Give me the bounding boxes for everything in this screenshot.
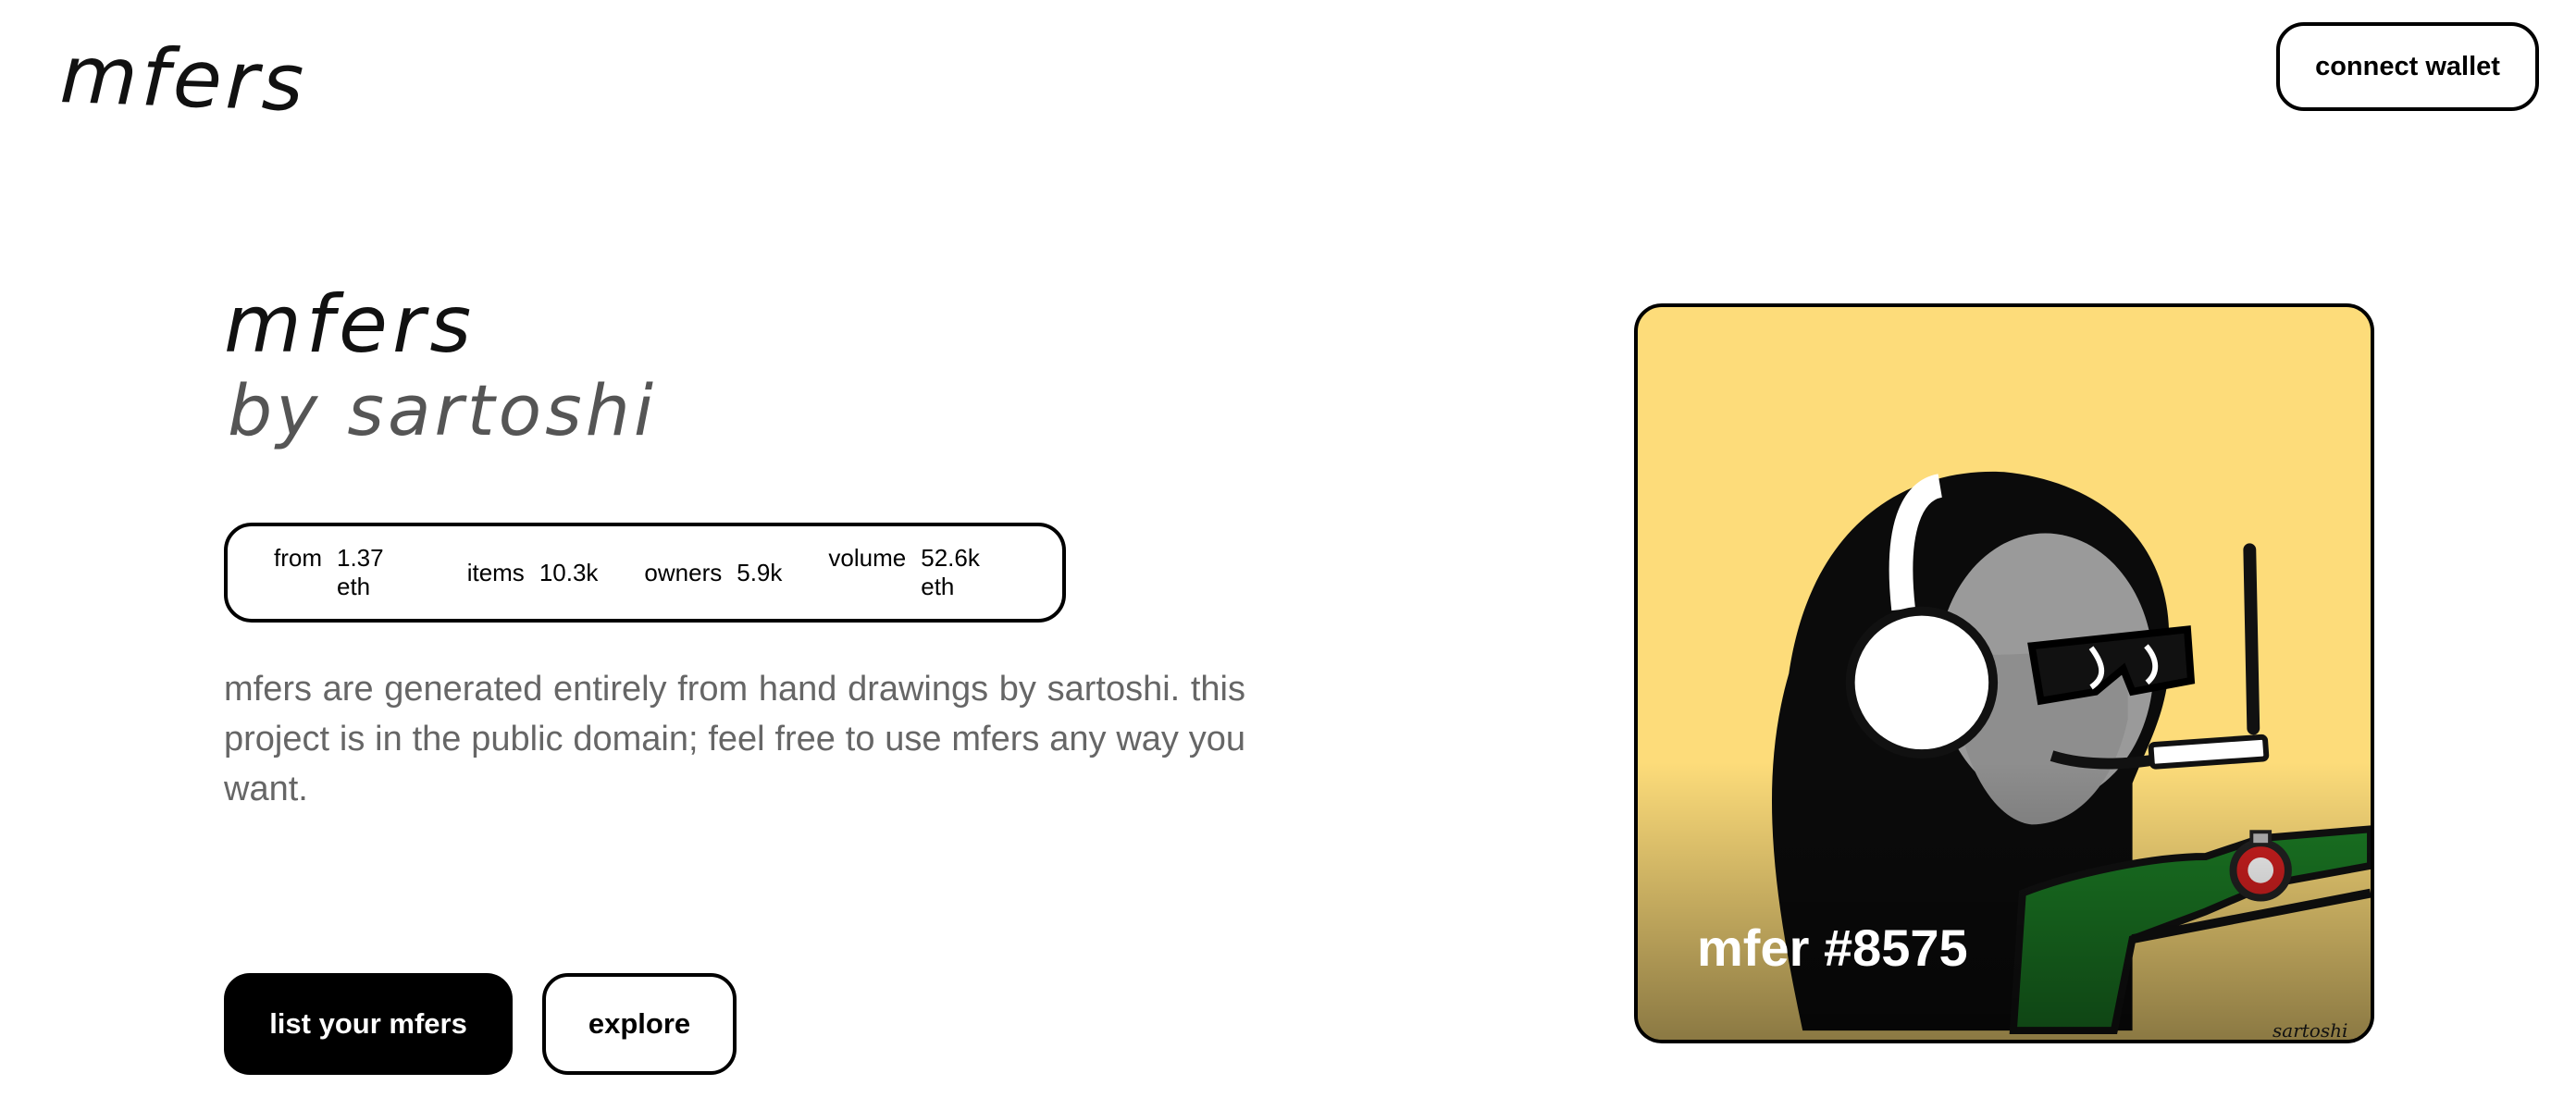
stat-value: 5.9k: [737, 558, 783, 586]
hero-title-line1: mfers: [224, 278, 476, 371]
card-title: mfer #8575: [1697, 919, 1968, 977]
stats-bar: from 1.37 eth items 10.3k owners 5.9k vo…: [224, 523, 1066, 623]
stat-value: 10.3k: [539, 558, 599, 586]
stat-label: from: [274, 544, 322, 572]
artist-signature: sartoshi: [2273, 1019, 2348, 1042]
explore-button[interactable]: explore: [542, 973, 737, 1075]
svg-text:mfers: mfers: [58, 29, 308, 130]
stat-owners: owners 5.9k: [644, 559, 782, 587]
stat-items: items 10.3k: [467, 559, 599, 587]
stat-from: from 1.37 eth: [274, 544, 421, 601]
stat-label: items: [466, 558, 525, 586]
hero-title-graphic: mfers by sartoshi: [224, 278, 657, 451]
page: mfers connect wallet mfers by sartoshi f…: [0, 0, 2576, 1110]
mfers-logo[interactable]: mfers: [56, 17, 308, 130]
card-gradient-overlay: [1638, 762, 2371, 1040]
project-description: mfers are generated entirely from hand d…: [224, 670, 1245, 808]
stat-value: 1.37 eth: [337, 544, 384, 600]
connect-wallet-button[interactable]: connect wallet: [2276, 22, 2539, 111]
stat-label: volume: [828, 544, 907, 572]
list-your-mfers-button[interactable]: list your mfers: [224, 973, 513, 1075]
stat-volume: volume 52.6k eth: [828, 544, 1016, 601]
featured-mfer-card[interactable]: mfer #8575 sartoshi: [1634, 303, 2374, 1043]
stat-label: owners: [644, 558, 723, 586]
hero-title-line2: by sartoshi: [228, 369, 657, 451]
stat-value: 52.6k eth: [921, 544, 980, 600]
mfers-logo-icon: mfers: [58, 29, 308, 130]
hero-title: mfers by sartoshi: [218, 268, 663, 490]
